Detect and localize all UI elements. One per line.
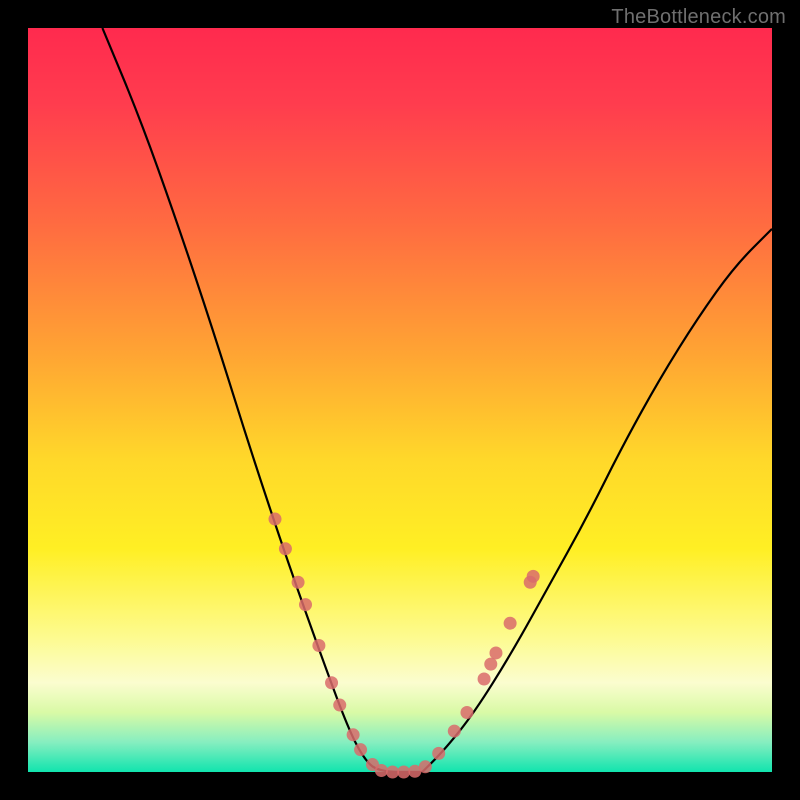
data-dot bbox=[419, 760, 432, 773]
data-dot bbox=[484, 658, 497, 671]
data-dot bbox=[489, 646, 502, 659]
data-dot bbox=[460, 706, 473, 719]
watermark: TheBottleneck.com bbox=[611, 6, 786, 29]
data-dot bbox=[269, 513, 282, 526]
data-dot bbox=[527, 570, 540, 583]
data-dot bbox=[299, 598, 312, 611]
data-dot bbox=[386, 766, 399, 779]
data-dot bbox=[432, 747, 445, 760]
plot-frame bbox=[28, 28, 772, 772]
data-dot bbox=[478, 673, 491, 686]
data-dot bbox=[325, 676, 338, 689]
plot-svg bbox=[28, 28, 772, 772]
bottleneck-curve bbox=[102, 28, 772, 772]
data-dot bbox=[333, 699, 346, 712]
curve-group bbox=[102, 28, 772, 772]
data-dot bbox=[292, 576, 305, 589]
data-dot bbox=[354, 743, 367, 756]
data-dot bbox=[347, 728, 360, 741]
data-dot bbox=[375, 764, 388, 777]
data-dot bbox=[397, 766, 410, 779]
data-dot bbox=[448, 725, 461, 738]
data-dot bbox=[504, 617, 517, 630]
data-dot bbox=[279, 542, 292, 555]
dots-group bbox=[269, 513, 540, 779]
data-dot bbox=[312, 639, 325, 652]
